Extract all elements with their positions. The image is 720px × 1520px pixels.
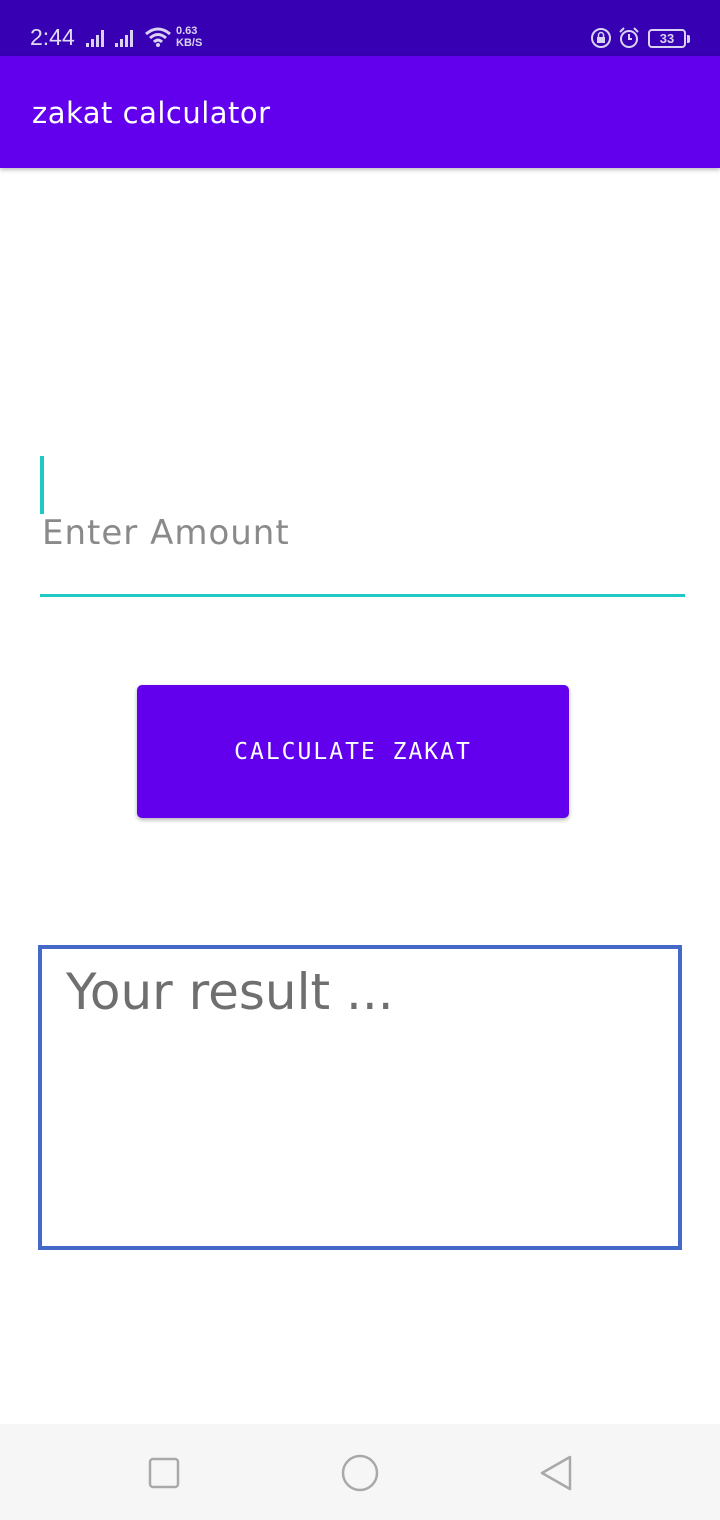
amount-field[interactable]	[40, 456, 685, 600]
signal-icon	[115, 30, 133, 47]
battery-icon: 33	[648, 29, 690, 48]
result-box: Your result ...	[38, 945, 682, 1250]
amount-input[interactable]	[40, 456, 685, 598]
input-underline	[40, 594, 685, 597]
recent-apps-icon[interactable]	[144, 1453, 184, 1493]
network-speed-unit: KB/S	[176, 37, 203, 49]
calculate-zakat-button[interactable]: CALCULATE ZAKAT	[137, 685, 569, 818]
result-text: Your result ...	[66, 963, 394, 1021]
network-speed: 0.63 KB/S	[176, 25, 202, 49]
signal-icon	[86, 30, 104, 47]
status-bar: 2:44 0.63 KB/S 33	[0, 0, 720, 56]
app-bar: zakat calculator	[0, 56, 720, 168]
network-speed-value: 0.63	[176, 25, 198, 37]
navigation-bar	[0, 1424, 720, 1520]
status-time: 2:44	[30, 24, 75, 50]
alarm-icon	[619, 27, 639, 48]
home-icon[interactable]	[340, 1453, 380, 1493]
back-icon[interactable]	[536, 1453, 576, 1493]
wifi-icon	[145, 27, 171, 47]
lock-rotation-icon	[591, 28, 611, 48]
text-cursor	[40, 456, 44, 514]
app-title: zakat calculator	[32, 96, 271, 130]
